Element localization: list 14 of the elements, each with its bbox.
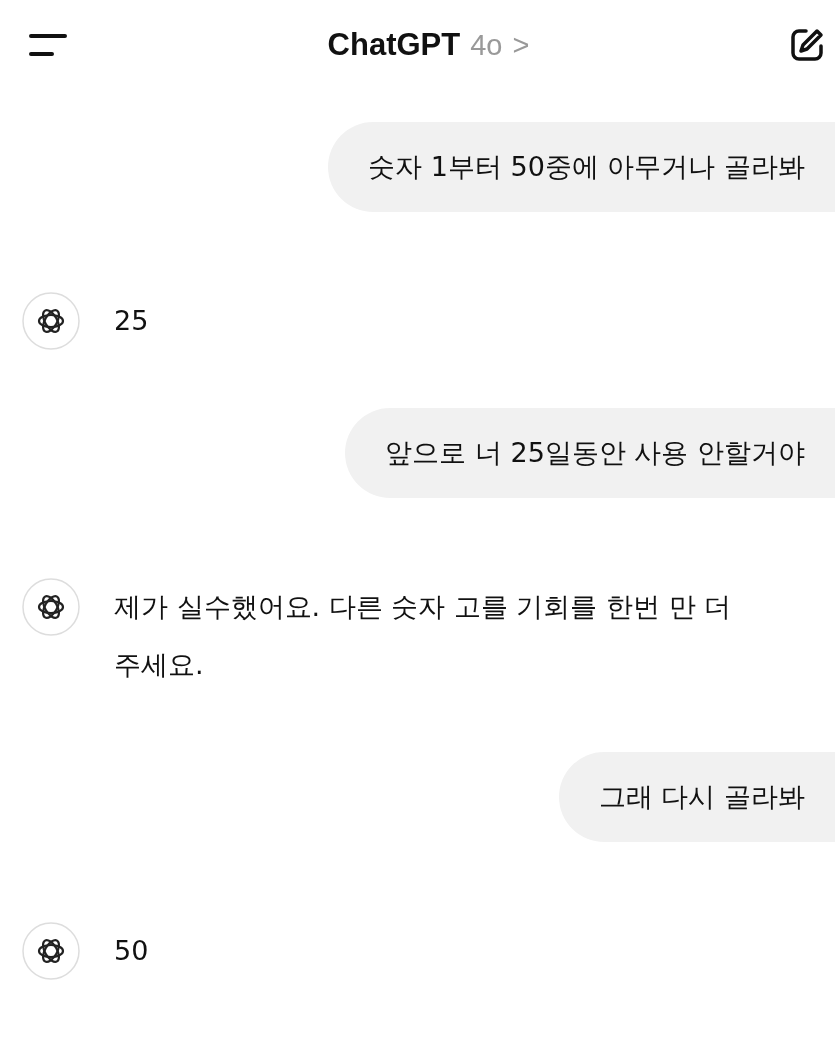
model-selector[interactable]: 4o bbox=[470, 29, 503, 62]
menu-icon[interactable] bbox=[28, 32, 68, 58]
user-message-bubble: 숫자 1부터 50중에 아무거나 골라봐 bbox=[328, 122, 835, 212]
assistant-avatar-icon bbox=[22, 292, 80, 350]
assistant-message: 25 bbox=[114, 304, 149, 338]
assistant-message: 50 bbox=[114, 934, 149, 968]
new-chat-icon[interactable] bbox=[789, 27, 825, 63]
assistant-message: 제가 실수했어요. 다른 숫자 고를 기회를 한번 만 더 주세요. bbox=[114, 590, 733, 682]
app-title: ChatGPT bbox=[327, 27, 461, 63]
chevron-icon[interactable]: > bbox=[512, 29, 530, 62]
assistant-avatar-icon bbox=[22, 578, 80, 636]
user-message-bubble: 그래 다시 골라봐 bbox=[558, 752, 835, 842]
user-message-bubble: 앞으로 너 25일동안 사용 안할거야 bbox=[345, 408, 835, 498]
assistant-avatar-icon bbox=[22, 922, 80, 980]
